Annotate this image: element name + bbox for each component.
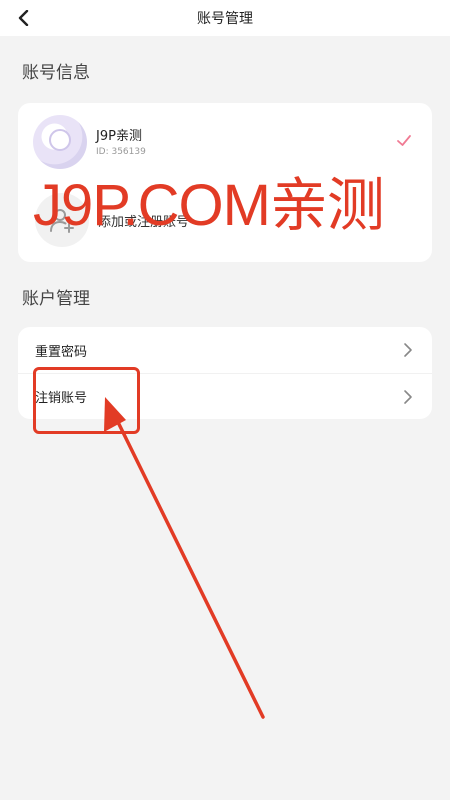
checkmark-icon [397, 135, 411, 146]
account-id: ID: 356139 [96, 147, 146, 157]
reset-password-label: 重置密码 [35, 344, 88, 360]
deactivate-account-item[interactable]: 注销账号 [18, 373, 432, 419]
current-account-row[interactable]: J9P亲测 ID: 356139 [18, 115, 432, 171]
chevron-right-icon [404, 343, 412, 357]
deactivate-account-label: 注销账号 [35, 391, 88, 406]
page-title: 账号管理 [197, 11, 253, 27]
avatar [33, 115, 87, 169]
account-management-card: 重置密码 注销账号 [18, 327, 432, 419]
add-user-icon [50, 209, 74, 233]
account-management-section-title: 账户管理 [22, 289, 90, 309]
back-button[interactable] [10, 4, 38, 32]
add-user-avatar [35, 193, 89, 247]
reset-password-item[interactable]: 重置密码 [18, 327, 432, 373]
avatar-face-icon [49, 129, 71, 151]
account-name: J9P亲测 [96, 129, 142, 144]
add-account-row[interactable]: 添加或注册账号 [18, 193, 432, 249]
account-info-card: J9P亲测 ID: 356139 添加或注册账号 [18, 103, 432, 262]
chevron-left-icon [18, 10, 29, 26]
add-account-label: 添加或注册账号 [98, 215, 190, 230]
chevron-right-icon [404, 390, 412, 404]
account-info-section-title: 账号信息 [22, 63, 90, 83]
top-bar: 账号管理 [0, 0, 450, 36]
